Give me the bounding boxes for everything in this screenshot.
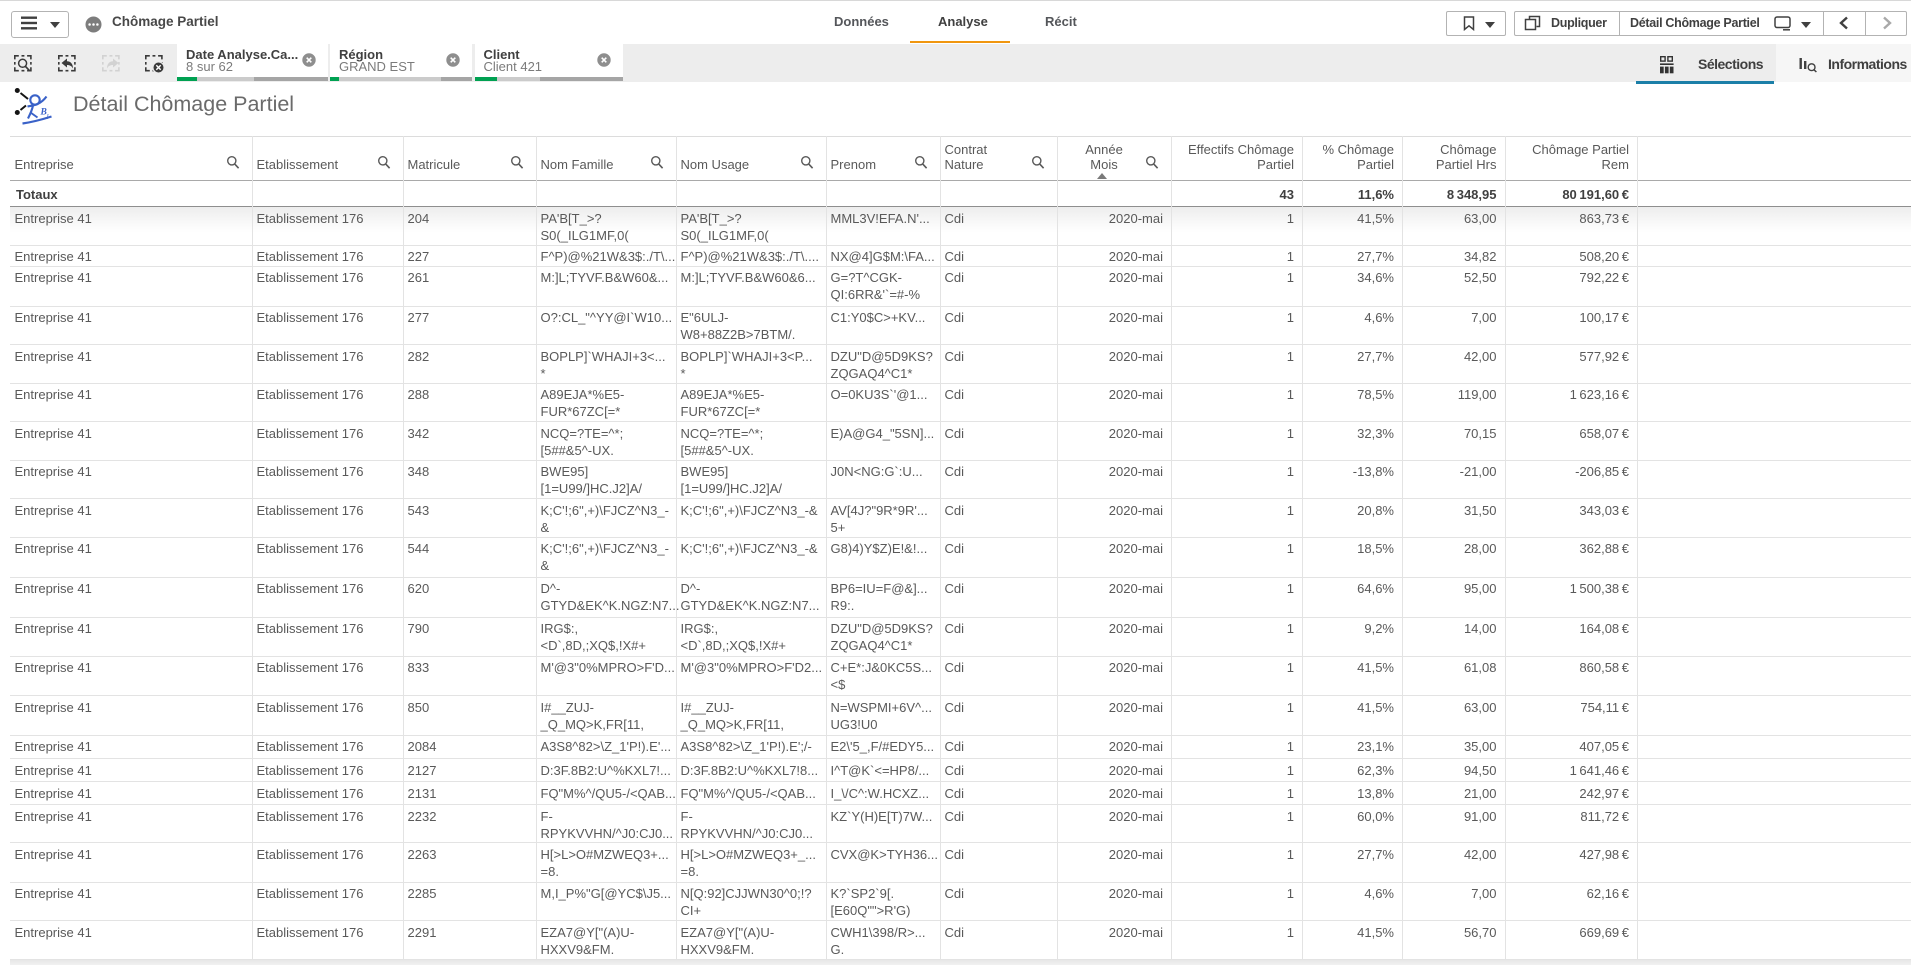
svg-text:l: l (47, 112, 49, 121)
